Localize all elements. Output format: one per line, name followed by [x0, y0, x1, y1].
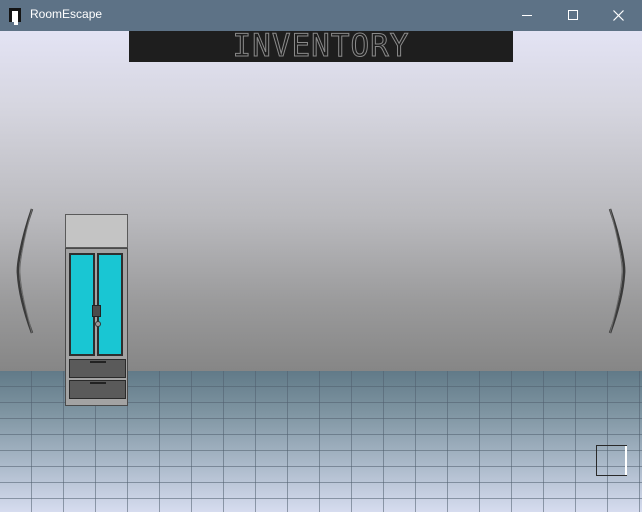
selection-box[interactable] — [596, 445, 627, 476]
drawer-handle — [90, 361, 106, 363]
app-door-icon — [9, 8, 21, 25]
inventory-label: INVENTORY — [232, 31, 410, 64]
turn-right-button[interactable] — [606, 206, 628, 336]
left-arrow-icon — [16, 208, 34, 334]
refrigerator[interactable] — [65, 214, 128, 406]
refrigerator-lock[interactable] — [95, 321, 101, 327]
game-scene: INVENTORY — [0, 31, 642, 512]
title-bar[interactable]: RoomEscape — [0, 0, 642, 31]
inventory-bar[interactable]: INVENTORY — [129, 31, 513, 62]
game-window: RoomEscape INVENTORY — [0, 0, 642, 512]
close-button[interactable] — [596, 0, 642, 31]
window-title: RoomEscape — [30, 7, 103, 21]
turn-left-button[interactable] — [14, 206, 36, 336]
drawer-handle — [90, 382, 106, 384]
right-arrow-icon — [608, 208, 626, 334]
refrigerator-body — [65, 248, 128, 406]
refrigerator-drawer-top[interactable] — [69, 359, 126, 378]
close-icon — [613, 10, 624, 21]
refrigerator-top-panel — [65, 214, 128, 248]
maximize-button[interactable] — [550, 0, 596, 31]
minimize-icon — [522, 15, 532, 16]
minimize-button[interactable] — [504, 0, 550, 31]
refrigerator-drawer-bottom[interactable] — [69, 380, 126, 399]
selection-box-highlight — [625, 446, 627, 475]
refrigerator-handle[interactable] — [92, 305, 101, 317]
maximize-icon — [568, 10, 578, 20]
